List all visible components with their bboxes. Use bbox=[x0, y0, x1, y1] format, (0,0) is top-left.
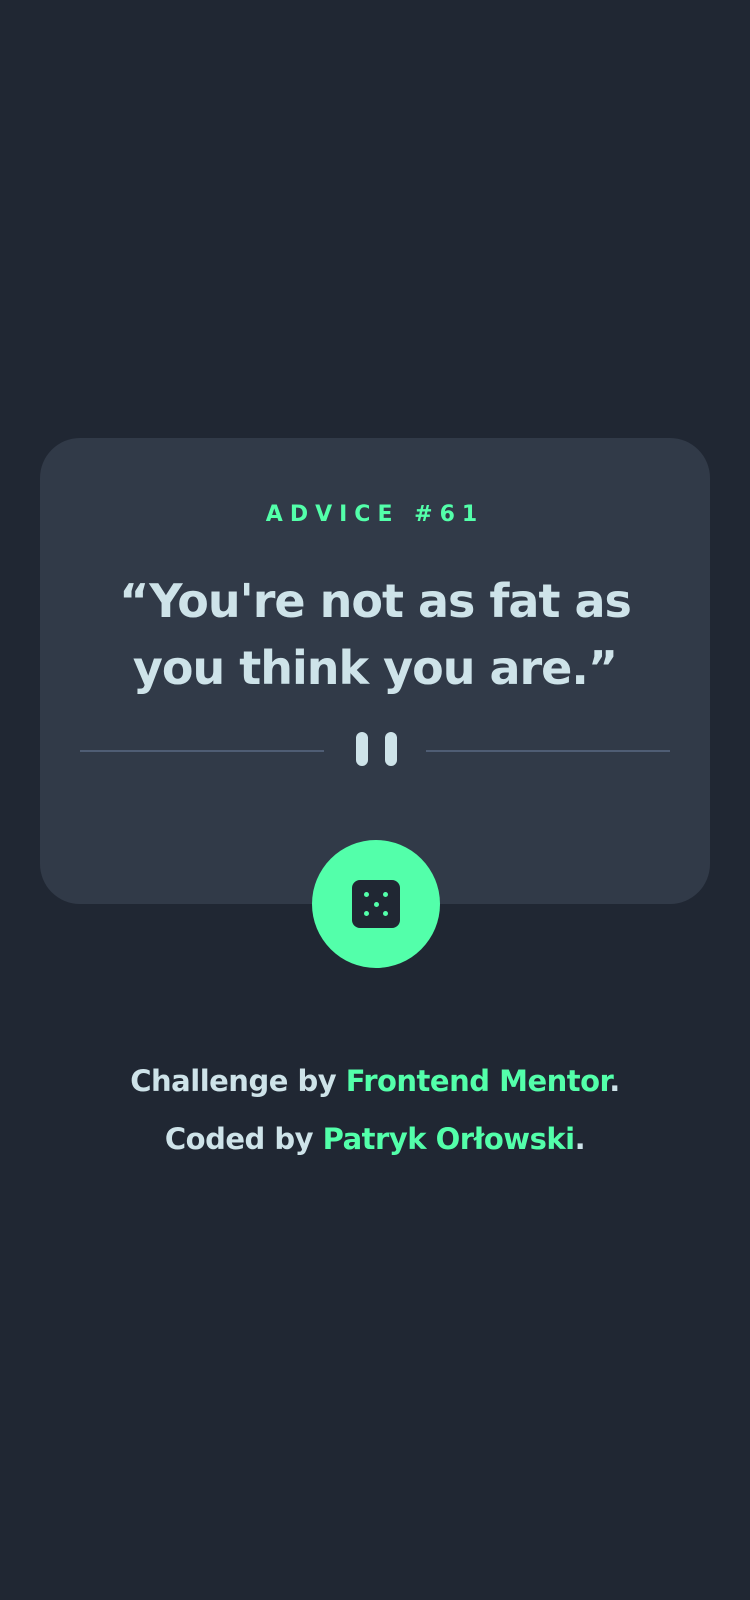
dice-pip bbox=[364, 911, 369, 916]
pause-bar-right bbox=[385, 732, 397, 766]
divider-line-left bbox=[80, 750, 324, 752]
divider bbox=[80, 732, 670, 768]
advice-card: ADVICE #61 “You're not as fat as you thi… bbox=[40, 438, 710, 904]
frontend-mentor-link[interactable]: Frontend Mentor bbox=[346, 1064, 610, 1098]
dice-pip bbox=[383, 892, 388, 897]
challenge-line: Challenge by Frontend Mentor. bbox=[0, 1052, 750, 1110]
dice-icon bbox=[352, 880, 400, 928]
page: ADVICE #61 “You're not as fat as you thi… bbox=[0, 0, 750, 1600]
pause-icon bbox=[356, 732, 398, 768]
author-link[interactable]: Patryk Orłowski bbox=[323, 1122, 575, 1156]
dice-pip bbox=[364, 892, 369, 897]
dice-pip bbox=[373, 901, 379, 907]
advice-id: ADVICE #61 bbox=[265, 502, 485, 527]
coded-prefix: Coded by bbox=[164, 1122, 323, 1156]
divider-line-right bbox=[426, 750, 670, 752]
coded-line: Coded by Patryk Orłowski. bbox=[0, 1110, 750, 1168]
challenge-prefix: Challenge by bbox=[130, 1064, 346, 1098]
challenge-suffix: . bbox=[609, 1064, 620, 1098]
generate-advice-button[interactable] bbox=[312, 840, 440, 968]
coded-suffix: . bbox=[574, 1122, 586, 1156]
attribution-footer: Challenge by Frontend Mentor. Coded by P… bbox=[0, 1052, 750, 1168]
dice-pip bbox=[383, 911, 388, 916]
pause-bar-left bbox=[356, 732, 368, 766]
advice-quote: “You're not as fat as you think you are.… bbox=[119, 574, 632, 695]
